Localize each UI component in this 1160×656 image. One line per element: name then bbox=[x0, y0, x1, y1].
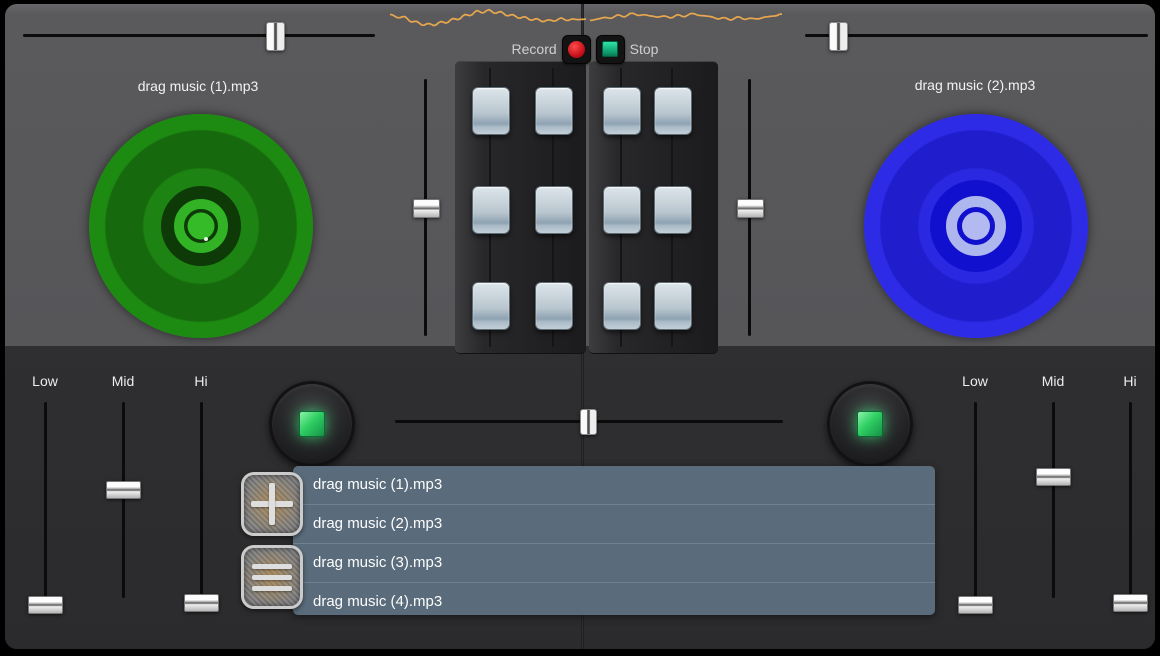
playlist-item[interactable]: drag music (4).mp3 bbox=[293, 583, 935, 615]
eq-right-low-track[interactable] bbox=[974, 402, 977, 598]
menu-icon bbox=[252, 575, 292, 580]
eq-left-low-handle[interactable] bbox=[28, 596, 63, 614]
eq-left-mid-handle[interactable] bbox=[106, 481, 141, 499]
deck-left-track-name: drag music (1).mp3 bbox=[38, 78, 358, 94]
eq-left-hi-handle[interactable] bbox=[184, 594, 219, 612]
main-panel: drag music (1).mp3 drag music (2).mp3 Re… bbox=[5, 4, 1155, 649]
eq-right-hi-handle[interactable] bbox=[1113, 594, 1148, 612]
playlist-panel: drag music (1).mp3 drag music (2).mp3 dr… bbox=[238, 466, 935, 615]
eq-left-hi-label: Hi bbox=[194, 373, 207, 389]
transport-controls: Record Stop bbox=[445, 34, 725, 64]
performance-pad[interactable] bbox=[472, 282, 510, 330]
performance-pad[interactable] bbox=[654, 87, 692, 135]
eq-right-mid-handle[interactable] bbox=[1036, 468, 1071, 486]
record-label: Record bbox=[512, 41, 557, 57]
deck-right-track-name: drag music (2).mp3 bbox=[815, 77, 1135, 93]
eq-left-hi-track[interactable] bbox=[200, 402, 203, 598]
performance-pad[interactable] bbox=[535, 282, 573, 330]
performance-pad[interactable] bbox=[603, 87, 641, 135]
cue-indicator-left bbox=[299, 411, 325, 437]
pitch-slider-right-handle[interactable] bbox=[829, 22, 848, 51]
performance-pad[interactable] bbox=[472, 186, 510, 234]
performance-pad[interactable] bbox=[654, 186, 692, 234]
menu-icon bbox=[252, 564, 292, 569]
wheel-spindle-marker bbox=[204, 237, 208, 241]
playlist-list: drag music (1).mp3 drag music (2).mp3 dr… bbox=[293, 466, 935, 615]
performance-pad[interactable] bbox=[603, 186, 641, 234]
eq-left-low-label: Low bbox=[32, 373, 58, 389]
eq-left-mid-track[interactable] bbox=[122, 402, 125, 598]
add-track-button[interactable] bbox=[241, 472, 303, 536]
record-button[interactable] bbox=[562, 35, 591, 64]
stop-button[interactable] bbox=[596, 35, 625, 64]
eq-right-mid-label: Mid bbox=[1042, 373, 1065, 389]
crossfader-handle[interactable] bbox=[580, 409, 597, 435]
cue-indicator-right bbox=[857, 411, 883, 437]
performance-pad[interactable] bbox=[535, 87, 573, 135]
eq-right-low-label: Low bbox=[962, 373, 988, 389]
eq-right-hi-label: Hi bbox=[1123, 373, 1136, 389]
eq-right-low-handle[interactable] bbox=[958, 596, 993, 614]
eq-left-mid-label: Mid bbox=[112, 373, 135, 389]
menu-icon bbox=[252, 586, 292, 591]
performance-pad[interactable] bbox=[535, 186, 573, 234]
performance-pad[interactable] bbox=[654, 282, 692, 330]
wheel-center-dot bbox=[188, 213, 215, 240]
wheel-center-dot bbox=[962, 212, 990, 240]
playlist-item[interactable]: drag music (3).mp3 bbox=[293, 544, 935, 583]
stop-label: Stop bbox=[630, 41, 659, 57]
volume-slider-right-handle[interactable] bbox=[737, 199, 764, 218]
playlist-item[interactable]: drag music (1).mp3 bbox=[293, 466, 935, 505]
pitch-slider-left-track[interactable] bbox=[23, 34, 375, 37]
cue-knob-left[interactable] bbox=[269, 381, 355, 467]
pitch-slider-left-handle[interactable] bbox=[266, 22, 285, 51]
stop-icon bbox=[602, 41, 618, 57]
cue-knob-right[interactable] bbox=[827, 381, 913, 467]
record-icon bbox=[568, 41, 585, 58]
eq-right-hi-track[interactable] bbox=[1129, 402, 1132, 598]
performance-pad[interactable] bbox=[603, 282, 641, 330]
jog-wheel-left[interactable] bbox=[89, 114, 313, 338]
performance-pad[interactable] bbox=[472, 87, 510, 135]
eq-right-mid-track[interactable] bbox=[1052, 402, 1055, 598]
jog-wheel-right[interactable] bbox=[864, 114, 1088, 338]
eq-left-low-track[interactable] bbox=[44, 402, 47, 598]
playlist-item[interactable]: drag music (2).mp3 bbox=[293, 505, 935, 544]
plus-icon bbox=[269, 483, 275, 525]
volume-slider-left-handle[interactable] bbox=[413, 199, 440, 218]
dj-mixer-app: drag music (1).mp3 drag music (2).mp3 Re… bbox=[0, 0, 1160, 656]
playlist-menu-button[interactable] bbox=[241, 545, 303, 609]
pitch-slider-right-track[interactable] bbox=[805, 34, 1148, 37]
